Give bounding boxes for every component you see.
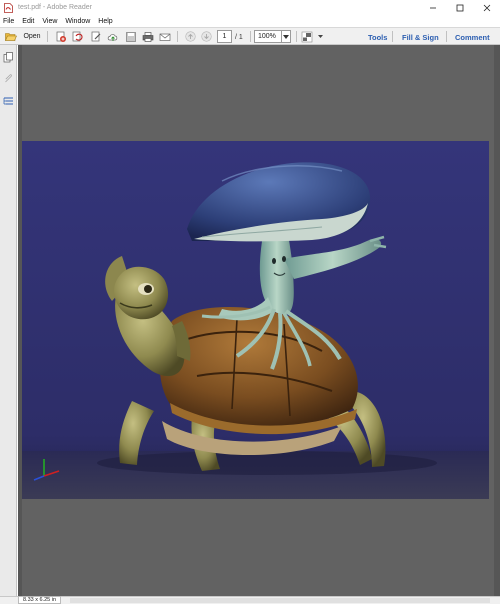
title-bar: test.pdf - Adobe Reader [0, 0, 500, 15]
view-mode-dropdown-button[interactable] [316, 30, 324, 43]
page-total: / 1 [235, 33, 243, 41]
previous-page-button[interactable] [184, 30, 197, 43]
save-icon [126, 31, 136, 42]
edit-pdf-button[interactable] [89, 30, 103, 43]
page-thumbnails-icon[interactable] [3, 52, 14, 63]
toolbar-divider [392, 31, 393, 42]
email-icon [159, 33, 171, 41]
menu-view[interactable]: View [39, 18, 62, 25]
chevron-down-icon [283, 34, 289, 39]
menu-bar: File Edit View Window Help [0, 15, 500, 27]
zoom-level-input[interactable]: 100% [254, 30, 282, 43]
minimize-button[interactable] [419, 0, 446, 15]
print-button[interactable] [141, 30, 155, 43]
horizontal-scrollbar[interactable] [70, 598, 490, 603]
open-button[interactable]: Open [2, 30, 44, 43]
tools-pane-button[interactable]: Tools [368, 31, 387, 43]
page-view-mode-button[interactable] [300, 30, 314, 43]
toolbar-divider [250, 31, 251, 42]
maximize-button[interactable] [446, 0, 473, 15]
page-size-readout: 8.33 x 6.25 in [18, 596, 62, 604]
close-icon [483, 4, 490, 11]
open-label: Open [23, 33, 41, 40]
fill-and-sign-button[interactable]: Fill & Sign [402, 31, 439, 43]
create-pdf-button[interactable] [54, 30, 68, 43]
menu-help[interactable]: Help [95, 18, 117, 25]
arrow-down-icon [201, 31, 212, 42]
pdf-file-icon [4, 2, 13, 13]
email-button[interactable] [158, 30, 172, 43]
page-display-icon [301, 31, 313, 42]
toolbar-divider [446, 31, 447, 42]
toolbar-divider [177, 31, 178, 42]
layers-icon[interactable] [3, 96, 14, 107]
menu-window[interactable]: Window [62, 18, 95, 25]
save-button[interactable] [124, 30, 138, 43]
paperclip-icon[interactable] [3, 73, 14, 84]
arrow-up-icon [185, 31, 196, 42]
pdf-tools-button[interactable] [71, 30, 85, 43]
window-title: test.pdf - Adobe Reader [18, 4, 92, 11]
cloud-upload-icon [107, 33, 118, 41]
print-icon [142, 31, 154, 42]
status-bar: 8.33 x 6.25 in [0, 596, 500, 604]
upload-button[interactable] [106, 30, 120, 43]
edit-document-icon [91, 31, 101, 41]
maximize-icon [456, 4, 463, 11]
menu-file[interactable]: File [0, 18, 19, 25]
close-button[interactable] [473, 0, 500, 15]
minimize-icon [429, 7, 436, 8]
menu-edit[interactable]: Edit [19, 18, 39, 25]
navigation-pane [0, 45, 17, 596]
pdf-tools-icon [72, 31, 83, 41]
turtle-mushroom-illustration [22, 141, 489, 499]
folder-open-icon [5, 32, 18, 41]
toolbar: Open 1 / 1 100% Tools Fill & Sign Commen… [0, 27, 500, 45]
toolbar-divider [296, 31, 297, 42]
chevron-down-icon [317, 35, 323, 38]
comment-button[interactable]: Comment [455, 31, 490, 43]
toolbar-divider [47, 31, 48, 42]
zoom-dropdown-button[interactable] [281, 30, 291, 43]
create-pdf-icon [56, 31, 66, 42]
next-page-button[interactable] [200, 30, 213, 43]
page-number-input[interactable]: 1 [217, 30, 232, 43]
